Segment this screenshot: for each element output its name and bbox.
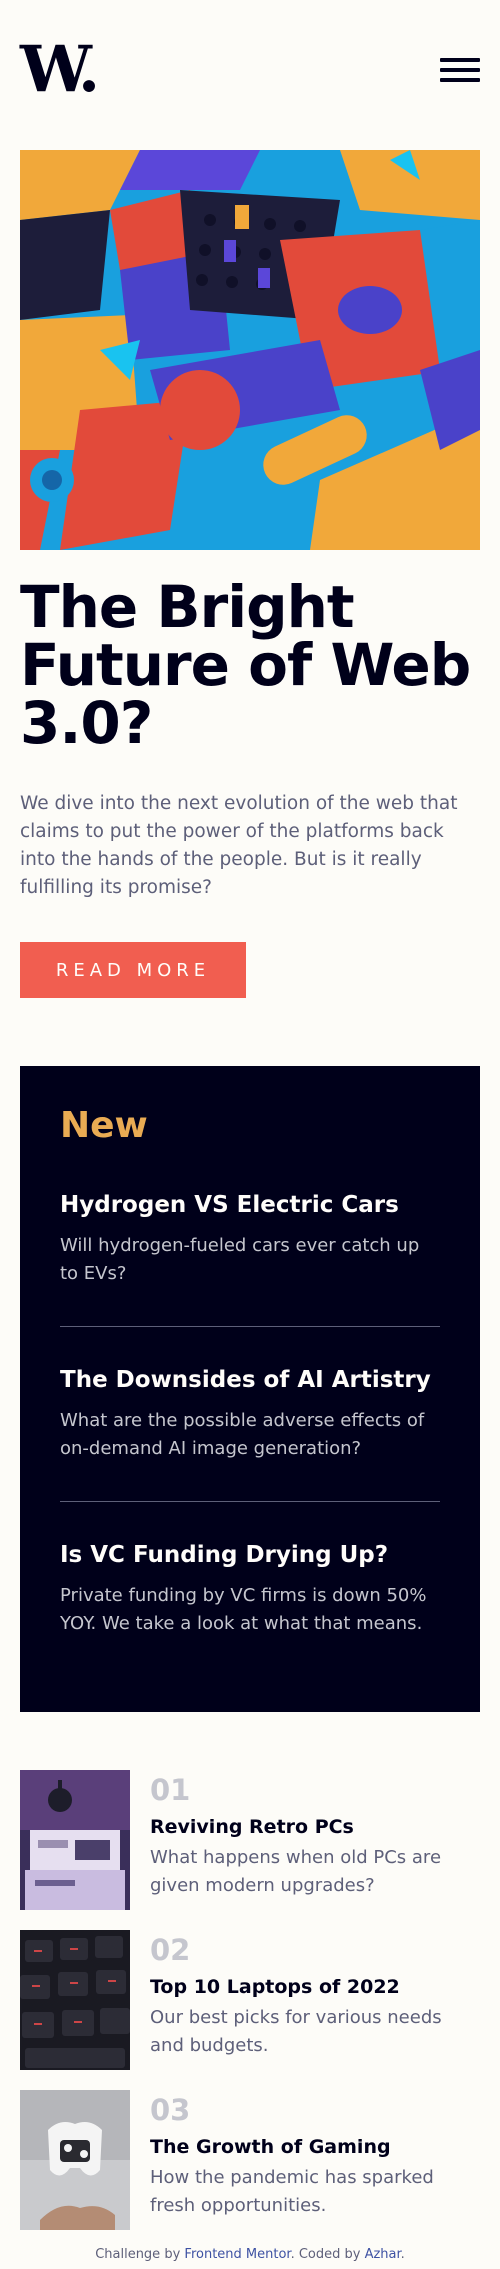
hero-title: The Bright Future of Web 3.0? [20, 573, 471, 757]
author-link[interactable]: Azhar [365, 2247, 401, 2262]
list-item-number: 01 [150, 1773, 191, 1807]
new-item-title[interactable]: Hydrogen VS Electric Cars [60, 1190, 440, 1220]
footer-middle: . Coded by [290, 2247, 365, 2262]
new-item: Is VC Funding Drying Up? Private funding… [60, 1540, 440, 1638]
new-heading: New [60, 1105, 148, 1146]
read-more-button[interactable]: READ MORE [20, 942, 246, 998]
list-item-text: 03 The Growth of Gaming How the pandemic… [150, 2090, 480, 2230]
list-item-title[interactable]: Reviving Retro PCs [150, 1814, 480, 1840]
new-item-desc: What are the possible adverse effects of… [60, 1410, 425, 1459]
new-item: Hydrogen VS Electric Cars Will hydrogen-… [60, 1190, 440, 1327]
retro-pc-thumbnail[interactable] [20, 1770, 130, 1910]
list-item-number: 02 [150, 1933, 191, 1967]
list-item-title[interactable]: Top 10 Laptops of 2022 [150, 1974, 480, 2000]
new-item-title[interactable]: Is VC Funding Drying Up? [60, 1540, 440, 1570]
article-list: 01 Reviving Retro PCs What happens when … [20, 1770, 480, 2250]
list-item: 02 Top 10 Laptops of 2022 Our best picks… [20, 1930, 480, 2070]
list-item-number: 03 [150, 2093, 191, 2127]
new-section: New Hydrogen VS Electric Cars Will hydro… [20, 1066, 480, 1712]
logo[interactable]: W. [20, 38, 100, 102]
list-item-desc: What happens when old PCs are given mode… [150, 1847, 442, 1896]
list-item-text: 01 Reviving Retro PCs What happens when … [150, 1770, 480, 1910]
list-item-title[interactable]: The Growth of Gaming [150, 2134, 480, 2160]
new-item-desc: Private funding by VC firms is down 50% … [60, 1585, 427, 1634]
hero-description: We dive into the next evolution of the w… [20, 793, 458, 898]
new-item-title[interactable]: The Downsides of AI Artistry [60, 1365, 440, 1395]
attribution-footer: Challenge by Frontend Mentor. Coded by A… [0, 2247, 500, 2262]
list-item-desc: How the pandemic has sparked fresh oppor… [150, 2167, 434, 2216]
list-item-text: 02 Top 10 Laptops of 2022 Our best picks… [150, 1930, 480, 2070]
hamburger-menu-icon[interactable] [440, 58, 480, 82]
list-item-desc: Our best picks for various needs and bud… [150, 2007, 442, 2056]
laptop-keyboard-thumbnail[interactable] [20, 1930, 130, 2070]
footer-prefix: Challenge by [95, 2247, 185, 2262]
game-controller-thumbnail[interactable] [20, 2090, 130, 2230]
list-item: 03 The Growth of Gaming How the pandemic… [20, 2090, 480, 2230]
frontend-mentor-link[interactable]: Frontend Mentor [184, 2247, 290, 2262]
new-item: The Downsides of AI Artistry What are th… [60, 1365, 440, 1502]
new-item-desc: Will hydrogen-fueled cars ever catch up … [60, 1235, 420, 1284]
hero-image [20, 150, 480, 550]
site-header: W. [20, 38, 480, 102]
footer-suffix: . [400, 2247, 405, 2262]
list-item: 01 Reviving Retro PCs What happens when … [20, 1770, 480, 1910]
